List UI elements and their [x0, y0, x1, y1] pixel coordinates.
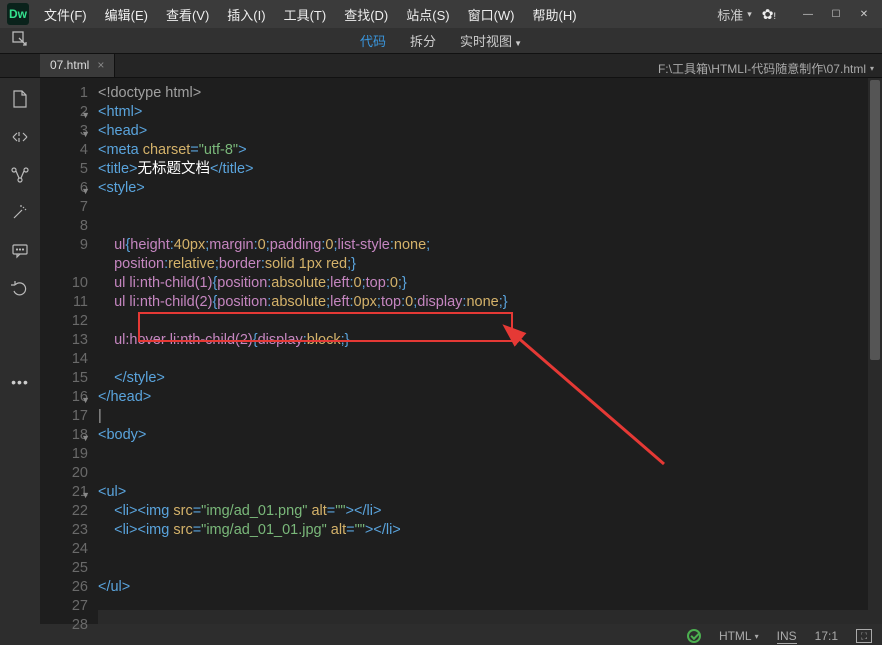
tree-icon[interactable] [9, 164, 31, 186]
tab-bar: 07.html × F:\工具箱\HTMLI-代码随意制作\07.html▾ [0, 54, 882, 78]
wand-icon[interactable] [9, 202, 31, 224]
menu-item[interactable]: 工具(T) [276, 1, 335, 28]
menu-item[interactable]: 文件(F) [36, 1, 95, 28]
refresh-icon[interactable] [9, 278, 31, 300]
app-logo: Dw [0, 3, 36, 25]
menu-item[interactable]: 窗口(W) [460, 1, 523, 28]
insert-mode[interactable]: INS [777, 629, 797, 644]
minimize-button[interactable]: — [794, 4, 822, 24]
code-view-button[interactable]: 代码 [360, 31, 386, 50]
comment-icon[interactable] [9, 240, 31, 262]
maximize-button[interactable]: ☐ [822, 4, 850, 24]
status-ok-icon [687, 629, 701, 643]
titlebar: Dw 文件(F)编辑(E)查看(V)插入(I)工具(T)查找(D)站点(S)窗口… [0, 0, 882, 28]
file-icon[interactable] [9, 88, 31, 110]
settings-icon[interactable]: ✿! [762, 6, 776, 23]
tab-close-icon[interactable]: × [97, 58, 104, 72]
live-view-button[interactable]: 实时视图▼ [460, 31, 522, 50]
menu-item[interactable]: 查看(V) [158, 1, 217, 28]
menu-item[interactable]: 帮助(H) [525, 1, 585, 28]
screen-size-icon[interactable]: ⛶ [856, 629, 872, 643]
menu-item[interactable]: 插入(I) [219, 1, 273, 28]
split-view-button[interactable]: 拆分 [410, 31, 436, 50]
inspect-icon[interactable] [12, 31, 28, 50]
close-button[interactable]: ✕ [850, 4, 878, 24]
menu-item[interactable]: 站点(S) [398, 1, 457, 28]
menu-item[interactable]: 查找(D) [336, 1, 396, 28]
more-icon[interactable]: ••• [11, 374, 29, 390]
code-content[interactable]: <!doctype html><html><head><meta charset… [98, 78, 882, 624]
file-tab[interactable]: 07.html × [40, 53, 115, 77]
side-toolbar: ••• [0, 78, 40, 624]
css-icon[interactable] [9, 126, 31, 148]
menu-item[interactable]: 编辑(E) [97, 1, 156, 28]
horizontal-scrollbar[interactable] [98, 610, 868, 624]
code-editor[interactable]: 12▼3▼456▼78910111213141516▼1718▼192021▼2… [40, 78, 882, 624]
tab-name: 07.html [50, 58, 89, 72]
vertical-scrollbar[interactable] [868, 78, 882, 624]
menubar: 文件(F)编辑(E)查看(V)插入(I)工具(T)查找(D)站点(S)窗口(W)… [36, 1, 585, 28]
view-toolbar: 代码 拆分 实时视图▼ [0, 28, 882, 54]
workspace-switcher[interactable]: 标准▾ [717, 5, 752, 24]
file-path: F:\工具箱\HTMLI-代码随意制作\07.html▾ [658, 60, 882, 77]
cursor-position: 17:1 [815, 629, 838, 643]
language-indicator[interactable]: HTML▾ [719, 629, 759, 643]
line-gutter: 12▼3▼456▼78910111213141516▼1718▼192021▼2… [40, 78, 98, 624]
status-bar: HTML▾ INS 17:1 ⛶ [0, 624, 882, 645]
